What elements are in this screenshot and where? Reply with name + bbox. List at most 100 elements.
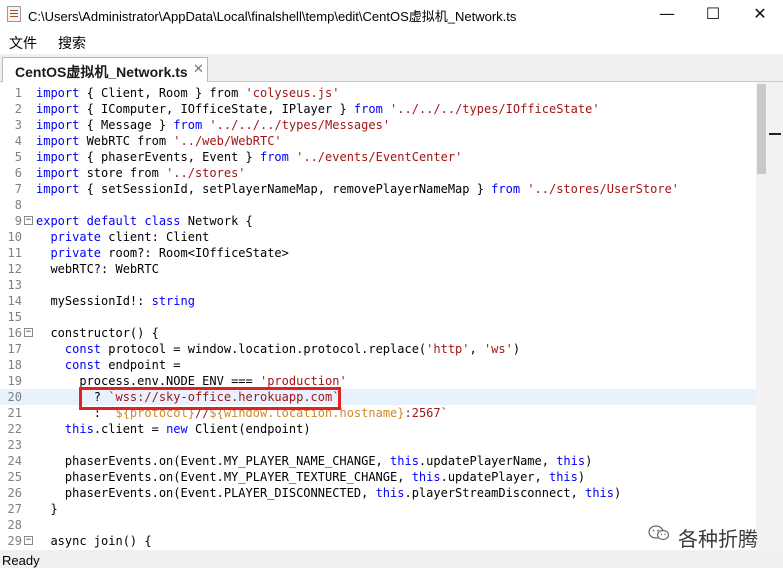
code-token: Network { bbox=[180, 214, 253, 228]
code-token: constructor() { bbox=[36, 326, 159, 340]
code-token: private bbox=[50, 230, 102, 244]
code-line[interactable]: 22 this.client = new Client(endpoint) bbox=[0, 421, 756, 437]
code-line[interactable]: 17 const protocol = window.location.prot… bbox=[0, 341, 756, 357]
code-token: import bbox=[36, 182, 80, 196]
code-token: string bbox=[151, 294, 195, 308]
code-token: import bbox=[36, 166, 80, 180]
code-line[interactable]: 27 } bbox=[0, 501, 756, 517]
code-token: endpoint = bbox=[101, 358, 181, 372]
code-text: private client: Client bbox=[36, 229, 209, 245]
tab-network-ts[interactable]: CentOS虚拟机_Network.ts ✕ bbox=[2, 57, 208, 82]
line-number: 28 bbox=[7, 518, 22, 532]
code-token: WebRTC from bbox=[79, 134, 174, 148]
code-text: private room?: Room<IOfficeState> bbox=[36, 245, 288, 261]
code-line[interactable]: 18 const endpoint = bbox=[0, 357, 756, 373]
code-token: 'http' bbox=[426, 342, 470, 356]
minimize-button[interactable]: — bbox=[644, 0, 690, 28]
code-token: from bbox=[173, 118, 203, 132]
code-text: async join() { bbox=[36, 533, 151, 549]
code-editor[interactable]: 1 import { Client, Room } from 'colyseus.… bbox=[0, 82, 783, 550]
code-text: webRTC?: WebRTC bbox=[36, 261, 158, 277]
tab-close-icon[interactable]: ✕ bbox=[193, 61, 204, 77]
line-number: 17 bbox=[7, 342, 22, 356]
code-token: import bbox=[36, 134, 80, 148]
line-number: 7 bbox=[14, 182, 22, 196]
line-number: 11 bbox=[7, 246, 22, 260]
fold-toggle-icon[interactable]: − bbox=[24, 536, 33, 545]
code-token: '../stores/UserStore' bbox=[527, 182, 680, 196]
code-token: , bbox=[469, 342, 484, 356]
code-token: import bbox=[36, 86, 80, 100]
code-line[interactable]: 1 import { Client, Room } from 'colyseus.… bbox=[0, 85, 756, 101]
code-token: this bbox=[585, 486, 614, 500]
code-text: phaserEvents.on(Event.PLAYER_DISCONNECTE… bbox=[36, 485, 621, 501]
code-token: ) bbox=[614, 486, 622, 500]
code-text: phaserEvents.on(Event.MY_PLAYER_NAME_CHA… bbox=[36, 453, 592, 469]
line-number: 5 bbox=[14, 150, 22, 164]
code-text: mySessionId!: string bbox=[36, 293, 195, 309]
code-line[interactable]: 5 import { phaserEvents, Event } from '..… bbox=[0, 149, 756, 165]
line-number: 26 bbox=[7, 486, 22, 500]
close-window-button[interactable]: ✕ bbox=[737, 0, 783, 28]
line-number: 1 bbox=[14, 86, 22, 100]
code-token: phaserEvents.on(Event.PLAYER_DISCONNECTE… bbox=[36, 486, 376, 500]
overview-ruler-mark bbox=[769, 133, 781, 135]
code-line[interactable]: 24 phaserEvents.on(Event.MY_PLAYER_NAME_… bbox=[0, 453, 756, 469]
code-token: ) bbox=[585, 454, 593, 468]
code-line[interactable]: 4 import WebRTC from '../web/WebRTC' bbox=[0, 133, 756, 149]
code-line[interactable]: 15 bbox=[0, 309, 756, 325]
code-text: import store from '../stores' bbox=[36, 165, 246, 181]
code-token: this bbox=[411, 470, 441, 484]
code-token: client: Client bbox=[101, 230, 210, 244]
code-token: } bbox=[36, 502, 58, 516]
code-line[interactable]: 12 webRTC?: WebRTC bbox=[0, 261, 756, 277]
code-line[interactable]: 28 bbox=[0, 517, 756, 533]
code-token: protocol = window.location.protocol.repl… bbox=[101, 342, 427, 356]
code-token: '../stores' bbox=[166, 166, 246, 180]
code-token: .updatePlayer, bbox=[440, 470, 549, 484]
code-token: .updatePlayerName, bbox=[418, 454, 557, 468]
code-text: } bbox=[36, 501, 58, 517]
code-line[interactable]: 16− constructor() { bbox=[0, 325, 756, 341]
java-cup-icon bbox=[7, 6, 21, 22]
code-line[interactable]: 14 mySessionId!: string bbox=[0, 293, 756, 309]
fold-toggle-icon[interactable]: − bbox=[24, 216, 33, 225]
code-line[interactable]: 29− async join() { bbox=[0, 533, 756, 549]
code-line[interactable]: 23 bbox=[0, 437, 756, 453]
code-token: const bbox=[64, 342, 102, 356]
code-line[interactable]: 7 import { setSessionId, setPlayerNameMap… bbox=[0, 181, 756, 197]
code-line[interactable]: 3 import { Message } from '../../../types… bbox=[0, 117, 756, 133]
fold-toggle-icon[interactable]: − bbox=[24, 328, 33, 337]
maximize-button[interactable]: ☐ bbox=[690, 0, 736, 28]
line-number: 9 bbox=[14, 214, 22, 228]
code-line[interactable]: 8 bbox=[0, 197, 756, 213]
code-line[interactable]: 11 private room?: Room<IOfficeState> bbox=[0, 245, 756, 261]
scrollbar-thumb[interactable] bbox=[757, 84, 766, 174]
code-text: export default class Network { bbox=[36, 213, 253, 229]
code-token: '../web/WebRTC' bbox=[173, 134, 282, 148]
code-token: 'ws' bbox=[483, 342, 513, 356]
code-line[interactable]: 25 phaserEvents.on(Event.MY_PLAYER_TEXTU… bbox=[0, 469, 756, 485]
menu-search[interactable]: 搜索 bbox=[58, 33, 86, 53]
code-token: import bbox=[36, 102, 80, 116]
code-line[interactable]: 26 phaserEvents.on(Event.PLAYER_DISCONNE… bbox=[0, 485, 756, 501]
code-token: from bbox=[259, 150, 289, 164]
line-number: 18 bbox=[7, 358, 22, 372]
code-token: new bbox=[166, 422, 188, 436]
line-number: 12 bbox=[7, 262, 22, 276]
title-bar: C:\Users\Administrator\AppData\Local\fin… bbox=[0, 0, 783, 28]
code-line[interactable]: 2 import { IComputer, IOfficeState, IPlay… bbox=[0, 101, 756, 117]
code-line[interactable]: 6 import store from '../stores' bbox=[0, 165, 756, 181]
code-line[interactable]: 13 bbox=[0, 277, 756, 293]
line-number: 22 bbox=[7, 422, 22, 436]
menu-file[interactable]: 文件 bbox=[9, 33, 37, 53]
code-line[interactable]: 10 private client: Client bbox=[0, 229, 756, 245]
line-number: 21 bbox=[7, 406, 22, 420]
code-line[interactable]: 9− export default class Network { bbox=[0, 213, 756, 229]
annotation-highlight-box bbox=[79, 387, 341, 410]
